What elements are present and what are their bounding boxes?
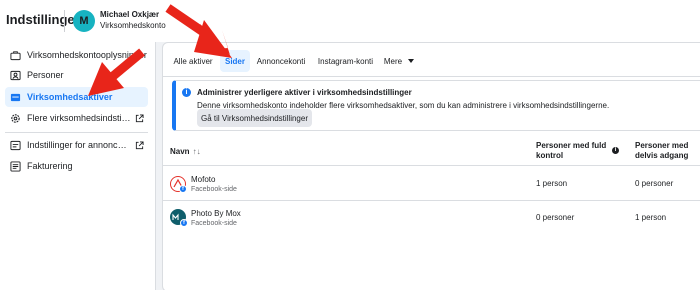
partial-access-count: 1 person [635, 213, 667, 222]
external-link-icon [135, 113, 144, 122]
people-icon [10, 70, 21, 80]
header-divider [64, 10, 65, 32]
main-panel: Alle aktiver Sider Annoncekonti Instagra… [162, 42, 700, 290]
briefcase-icon [10, 50, 21, 60]
info-notice: i Administrer yderligere aktiver i virks… [172, 80, 700, 131]
sidebar-item-label: Flere virksomhedsindstillinger [27, 113, 131, 123]
sidebar-item-more-business-settings[interactable]: Flere virksomhedsindstillinger [5, 108, 148, 128]
account-name[interactable]: Michael Oxkjær [100, 10, 159, 19]
ad-account-icon [10, 140, 21, 150]
sidebar-item-ad-account-settings[interactable]: Indstillinger for annoncekonti [5, 135, 148, 155]
sidebar-item-business-info[interactable]: Virksomhedskontooplysninger [5, 45, 148, 65]
page-name: Photo By Mox [191, 209, 241, 218]
go-to-business-settings-button[interactable]: Gå til Virksomhedsindstillinger [197, 109, 312, 127]
account-avatar[interactable]: M [73, 10, 95, 32]
facebook-icon: f [179, 185, 187, 193]
assets-icon [10, 93, 21, 101]
account-type: Virksomhedskonto [100, 21, 166, 30]
page-avatar: f [170, 209, 188, 227]
tab-more[interactable]: Mere [382, 50, 416, 72]
billing-icon [10, 160, 21, 172]
info-icon[interactable]: i [612, 147, 619, 154]
sidebar-item-label: Fakturering [27, 161, 73, 171]
page-type: Facebook-side [191, 220, 237, 227]
sidebar-item-billing[interactable]: Fakturering [5, 156, 148, 176]
gear-icon [11, 113, 20, 123]
sidebar-item-label: Indstillinger for annoncekonti [27, 140, 131, 150]
sidebar-item-label: Virksomhedskontooplysninger [27, 50, 147, 60]
table-divider [163, 200, 700, 201]
sidebar-divider [5, 132, 148, 133]
tabs-divider [163, 76, 700, 77]
sidebar: Virksomhedskontooplysninger Personer Vir… [0, 42, 156, 290]
page-type: Facebook-side [191, 186, 237, 193]
page-avatar: f [170, 176, 187, 193]
column-header-partial-access: Personer med delvis adgang [635, 141, 689, 160]
sidebar-item-people[interactable]: Personer [5, 65, 148, 85]
tab-instagram-accounts[interactable]: Instagram-konti [313, 50, 378, 72]
sidebar-item-business-assets[interactable]: Virksomhedsaktiver [5, 87, 148, 107]
tab-pages[interactable]: Sider [220, 50, 250, 72]
full-control-count: 0 personer [536, 213, 575, 222]
tab-ad-accounts[interactable]: Annoncekonti [256, 50, 306, 72]
info-icon: i [182, 88, 191, 97]
facebook-icon: f [180, 219, 188, 227]
column-header-label: Navn [170, 147, 190, 156]
full-control-count: 1 person [536, 179, 568, 188]
tab-more-label: Mere [383, 56, 403, 66]
external-link-icon [135, 140, 144, 149]
notice-title: Administrer yderligere aktiver i virksom… [197, 88, 412, 97]
top-bar: Indstillinger M Michael Oxkjær Virksomhe… [0, 0, 700, 42]
chevron-down-icon [408, 59, 415, 63]
sort-icon: ↑↓ [192, 147, 201, 156]
page-title: Indstillinger [6, 12, 80, 27]
sidebar-item-label: Virksomhedsaktiver [27, 92, 113, 102]
tab-all-assets[interactable]: Alle aktiver [170, 50, 216, 72]
table-divider [163, 165, 700, 166]
column-header-name[interactable]: Navn ↑↓ [170, 147, 201, 157]
sidebar-item-label: Personer [27, 70, 64, 80]
partial-access-count: 0 personer [635, 179, 674, 188]
page-name: Mofoto [191, 175, 216, 184]
column-header-full-control: Personer med fuld kontrol [536, 141, 607, 160]
